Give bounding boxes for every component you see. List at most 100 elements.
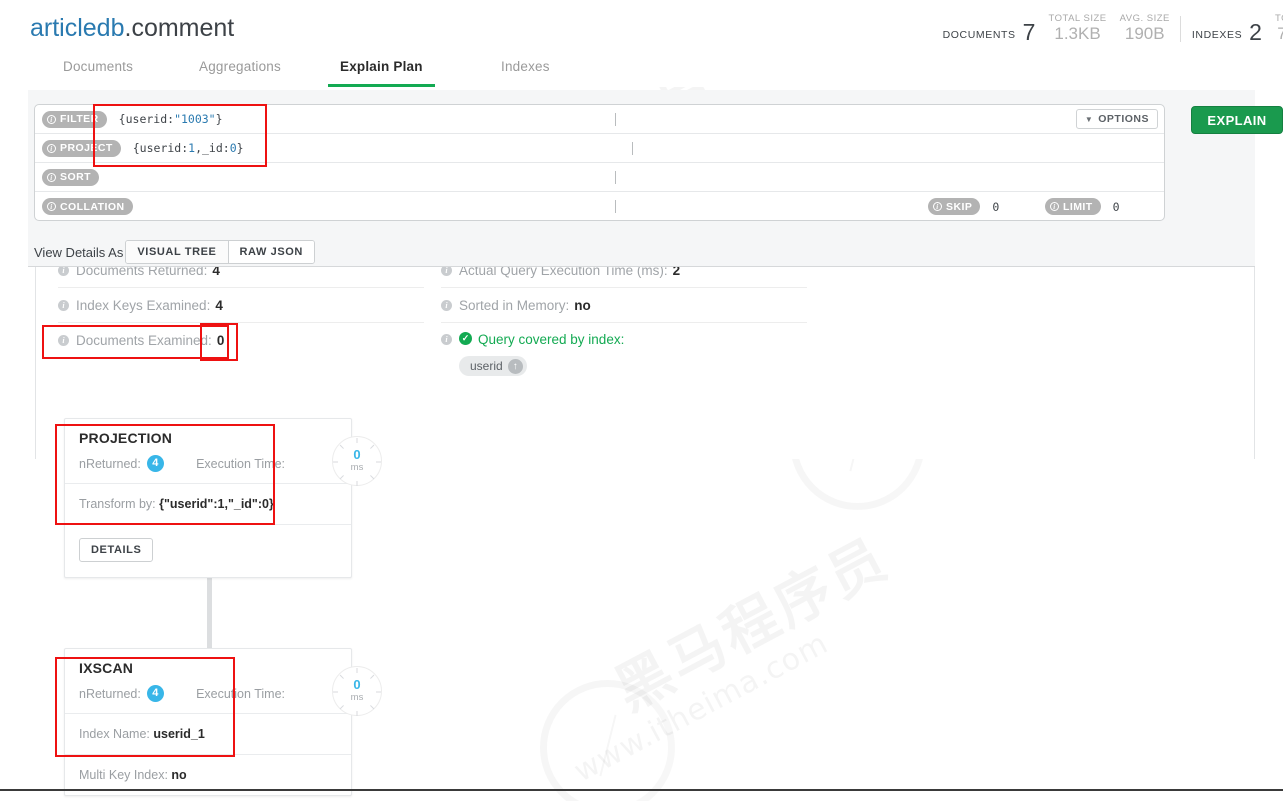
- stat-index-keys-examined: i Index Keys Examined: 4: [58, 288, 424, 323]
- transform-label: Transform by:: [79, 497, 156, 511]
- info-icon[interactable]: i: [441, 299, 452, 311]
- index-name-row: Index Name: userid_1: [79, 727, 337, 741]
- info-icon: i: [47, 172, 56, 182]
- view-mode-toggle[interactable]: VISUAL TREE RAW JSON: [125, 240, 315, 264]
- stat-sub-label: TOTAL SIZE: [1048, 13, 1107, 25]
- pill-label: FILTER: [60, 113, 99, 125]
- execution-time-gauge: 0 ms: [332, 436, 382, 486]
- stat-group-indexes: INDEXES 2 TO 7: [1181, 13, 1283, 44]
- stage-title: IXSCAN: [79, 660, 134, 676]
- tab-indexes[interactable]: Indexes: [501, 54, 550, 87]
- stat-label: INDEXES: [1191, 29, 1243, 41]
- skip-value[interactable]: 0: [992, 200, 999, 214]
- details-button[interactable]: DETAILS: [79, 538, 154, 562]
- stat-sub-label: AVG. SIZE: [1119, 13, 1170, 25]
- tab-label: Documents: [63, 59, 134, 74]
- stage-card-ixscan[interactable]: IXSCAN nReturned: 4 Execution Time: 0 ms…: [64, 648, 382, 796]
- execution-time-unit: ms: [350, 462, 364, 473]
- options-button[interactable]: ▼ OPTIONS: [1075, 109, 1158, 129]
- limit-field[interactable]: i LIMIT 0: [1045, 192, 1120, 221]
- filter-input-value[interactable]: {userid:"1003"}: [119, 112, 223, 126]
- multikey-row: Multi Key Index: no: [79, 768, 337, 782]
- execution-time-value: 0: [353, 447, 361, 462]
- database-name: articledb: [30, 14, 125, 42]
- nreturned-label: nReturned:: [79, 686, 141, 701]
- skip-pill[interactable]: i SKIP: [928, 198, 981, 215]
- query-row-filter[interactable]: i FILTER {userid:"1003"} ▼ OPTIONS: [35, 105, 1164, 134]
- tab-documents[interactable]: Documents: [63, 54, 133, 87]
- query-row-collation[interactable]: i COLLATION i SKIP 0 i LIMIT 0: [35, 192, 1164, 221]
- pill-label: SORT: [60, 171, 91, 183]
- watermark-text: 黑马程序员: [599, 514, 902, 726]
- info-icon[interactable]: i: [58, 299, 69, 311]
- info-icon: i: [933, 202, 942, 211]
- stat-documents-examined: i Documents Examined: 0: [58, 323, 424, 358]
- covered-label: Query covered by index:: [478, 332, 625, 347]
- stat-group-documents: DOCUMENTS 7 TOTAL SIZE 1.3KB AVG. SIZE 1…: [932, 13, 1182, 44]
- query-bar: i FILTER {userid:"1003"} ▼ OPTIONS i PROJEC…: [34, 104, 1165, 221]
- stat-sub-value: 190B: [1124, 24, 1165, 44]
- stat-sorted-in-memory: i Sorted in Memory: no: [441, 288, 807, 323]
- stat-sub-value: 7: [1277, 24, 1283, 44]
- tab-aggregations[interactable]: Aggregations: [199, 54, 281, 87]
- stage-card-projection[interactable]: PROJECTION nReturned: 4 Execution Time: …: [64, 418, 382, 578]
- collation-pill[interactable]: i COLLATION: [42, 198, 133, 215]
- active-tab-underline: [328, 84, 435, 87]
- chevron-down-icon: ▼: [1084, 114, 1094, 124]
- stage-summary: IXSCAN nReturned: 4 Execution Time: 0 ms: [65, 649, 382, 716]
- stat-sub-value: 1.3KB: [1054, 24, 1101, 44]
- nreturned-label: nReturned:: [79, 456, 141, 471]
- tab-label: Explain Plan: [340, 59, 423, 74]
- execution-time-label: Execution Time:: [196, 457, 285, 471]
- index-badge-userid[interactable]: userid ↑: [459, 356, 527, 376]
- stat-avg-size: AVG. SIZE 190B: [1120, 13, 1170, 44]
- stat-value: 0: [216, 333, 225, 348]
- nreturned-value: 4: [146, 455, 164, 472]
- stage-summary: PROJECTION nReturned: 4 Execution Time: …: [65, 419, 382, 486]
- info-icon[interactable]: i: [58, 335, 69, 346]
- pill-label: PROJECT: [60, 142, 113, 154]
- stat-query-covered-by-index: i ✓ Query covered by index: userid ↑: [441, 323, 807, 376]
- transform-value: {"userid":1,"_id":0}: [159, 497, 274, 511]
- nreturned-value: 4: [146, 685, 164, 702]
- view-mode-raw-json[interactable]: RAW JSON: [228, 241, 314, 263]
- view-details-row: View Details As VISUAL TREE RAW JSON: [34, 240, 315, 264]
- limit-value[interactable]: 0: [1113, 200, 1120, 214]
- tab-explain-plan[interactable]: Explain Plan: [328, 54, 435, 87]
- page-header: articledb.comment DOCUMENTS 7 TOTAL SIZE…: [0, 0, 1283, 55]
- info-icon[interactable]: i: [441, 334, 452, 345]
- watermark-text: www.itheima.com: [568, 626, 834, 790]
- execution-time-unit: ms: [350, 692, 364, 703]
- stat-label: Documents Examined:: [76, 333, 212, 348]
- stage-title: PROJECTION: [79, 430, 173, 446]
- multikey-label: Multi Key Index:: [79, 768, 168, 782]
- info-icon: i: [47, 114, 56, 124]
- project-pill[interactable]: i PROJECT: [42, 139, 121, 157]
- text-caret: [615, 113, 616, 126]
- view-mode-visual-tree[interactable]: VISUAL TREE: [126, 241, 229, 263]
- options-label: OPTIONS: [1098, 113, 1149, 125]
- stat-label: Index Keys Examined:: [76, 297, 211, 313]
- info-icon: i: [47, 202, 56, 211]
- skip-field[interactable]: i SKIP 0: [928, 192, 999, 221]
- sort-pill[interactable]: i SORT: [42, 168, 99, 186]
- text-caret: [615, 171, 616, 184]
- page-bottom-edge: [0, 789, 1283, 791]
- explain-plan-page: 黑马程序员 www.itheima.com 黑马程序员 www.itheima.…: [0, 0, 1283, 801]
- filter-pill[interactable]: i FILTER: [42, 110, 107, 128]
- limit-pill[interactable]: i LIMIT: [1045, 198, 1101, 215]
- pill-label: SKIP: [946, 200, 973, 213]
- stat-sub-label: TO: [1274, 13, 1283, 25]
- project-input-value[interactable]: {userid:1,_id:0}: [133, 141, 244, 155]
- stage-actions: DETAILS: [65, 525, 351, 577]
- watermark-logo: [540, 680, 675, 801]
- query-row-sort[interactable]: i SORT: [35, 163, 1164, 192]
- stat-total-size: TOTAL SIZE 1.3KB: [1048, 13, 1106, 44]
- page-title: articledb.comment: [30, 14, 234, 43]
- index-name-label: Index Name:: [79, 727, 150, 741]
- text-caret: [632, 142, 633, 155]
- text-caret: [615, 200, 616, 213]
- execution-time-gauge: 0 ms: [332, 666, 382, 716]
- explain-button[interactable]: EXPLAIN: [1191, 106, 1283, 134]
- query-row-project[interactable]: i PROJECT {userid:1,_id:0}: [35, 134, 1164, 163]
